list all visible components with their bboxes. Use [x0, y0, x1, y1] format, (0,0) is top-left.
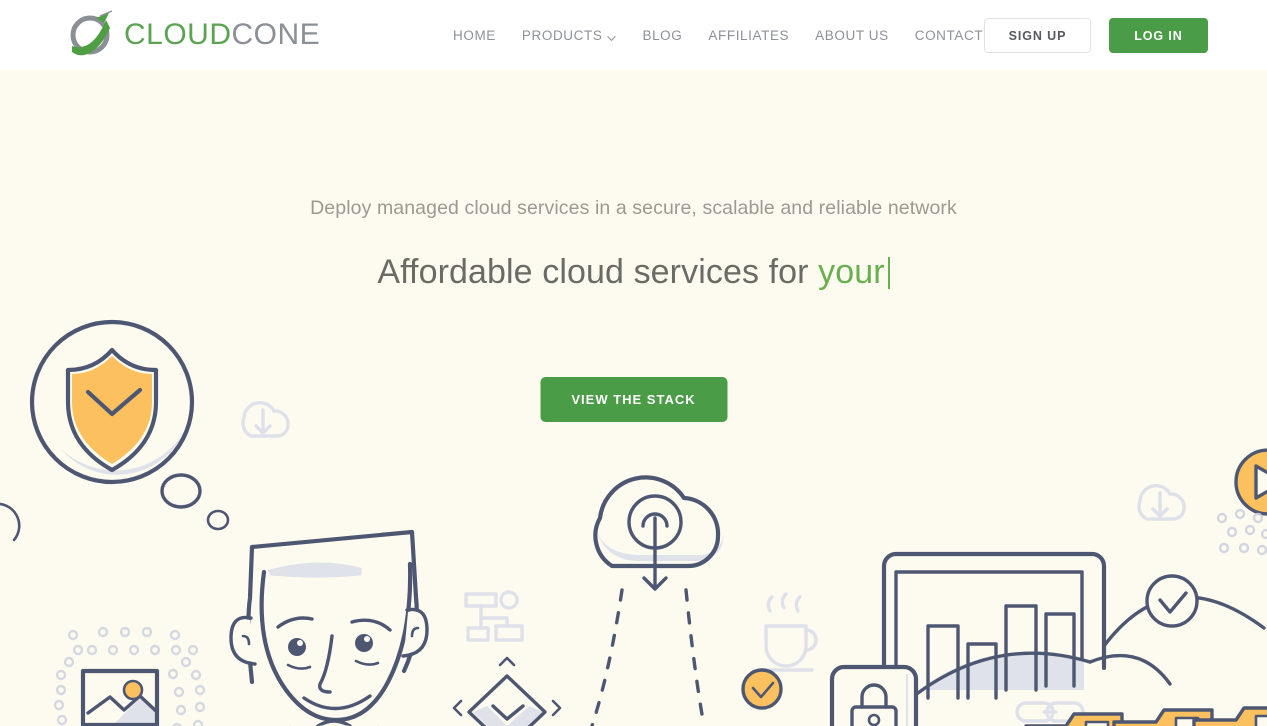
- chevron-down-icon: [607, 31, 617, 41]
- nav-label: PRODUCTS: [521, 27, 603, 43]
- coffee-cup-icon: [758, 592, 818, 672]
- diamond-chevron-icon: [452, 656, 562, 726]
- nav-item-products[interactable]: PRODUCTS: [509, 28, 630, 43]
- logo-text-cone: CONE: [231, 18, 321, 51]
- site-header: CLOUDCONE HOME PRODUCTS BLOG AFFILIATES …: [0, 0, 1267, 70]
- play-button-icon: [1234, 448, 1267, 516]
- page-root: CLOUDCONE HOME PRODUCTS BLOG AFFILIATES …: [0, 0, 1267, 726]
- person-illustration: [229, 529, 429, 726]
- nav-label: BLOG: [642, 27, 683, 43]
- cloud-download-icon: [1137, 484, 1186, 521]
- check-circle-outline-icon: [1102, 574, 1266, 648]
- monitor-bar-chart-icon: [881, 551, 1172, 706]
- nav-item-affiliates[interactable]: AFFILIATES: [695, 28, 802, 43]
- hero-section: Deploy managed cloud services in a secur…: [0, 70, 1267, 726]
- thought-bubble-shield-icon: [0, 319, 230, 542]
- cloudcone-swoosh-logo-icon: [66, 10, 118, 60]
- nav-item-about-us[interactable]: ABOUT US: [802, 28, 902, 43]
- check-circle-orange-icon: [741, 668, 783, 710]
- cloud-upload-arrow-icon: [590, 475, 724, 726]
- dot-pattern: [1216, 508, 1267, 556]
- nav-item-contact[interactable]: CONTACT: [902, 28, 996, 43]
- nav-label: ABOUT US: [815, 27, 889, 43]
- logo[interactable]: CLOUDCONE: [66, 10, 320, 60]
- logo-text-cloud: CLOUD: [124, 18, 232, 51]
- nav-item-blog[interactable]: BLOG: [629, 28, 695, 43]
- cloud-download-icon: [241, 401, 290, 438]
- nav-item-home[interactable]: HOME: [440, 28, 509, 43]
- nav-label: HOME: [453, 27, 496, 43]
- nav-label: CONTACT: [914, 27, 984, 43]
- signup-button[interactable]: SIGN UP: [984, 18, 1091, 53]
- main-navigation: HOME PRODUCTS BLOG AFFILIATES ABOUT US C…: [440, 0, 1040, 70]
- hero-illustration: .ol { fill:none; stroke:#4e5772; stroke-…: [0, 319, 1267, 726]
- sitemap-icon: [464, 590, 524, 642]
- login-button[interactable]: LOG IN: [1109, 18, 1208, 53]
- phone-lock-icon: [829, 664, 919, 726]
- photo-image-icon: [53, 626, 206, 726]
- nav-label: AFFILIATES: [708, 27, 790, 43]
